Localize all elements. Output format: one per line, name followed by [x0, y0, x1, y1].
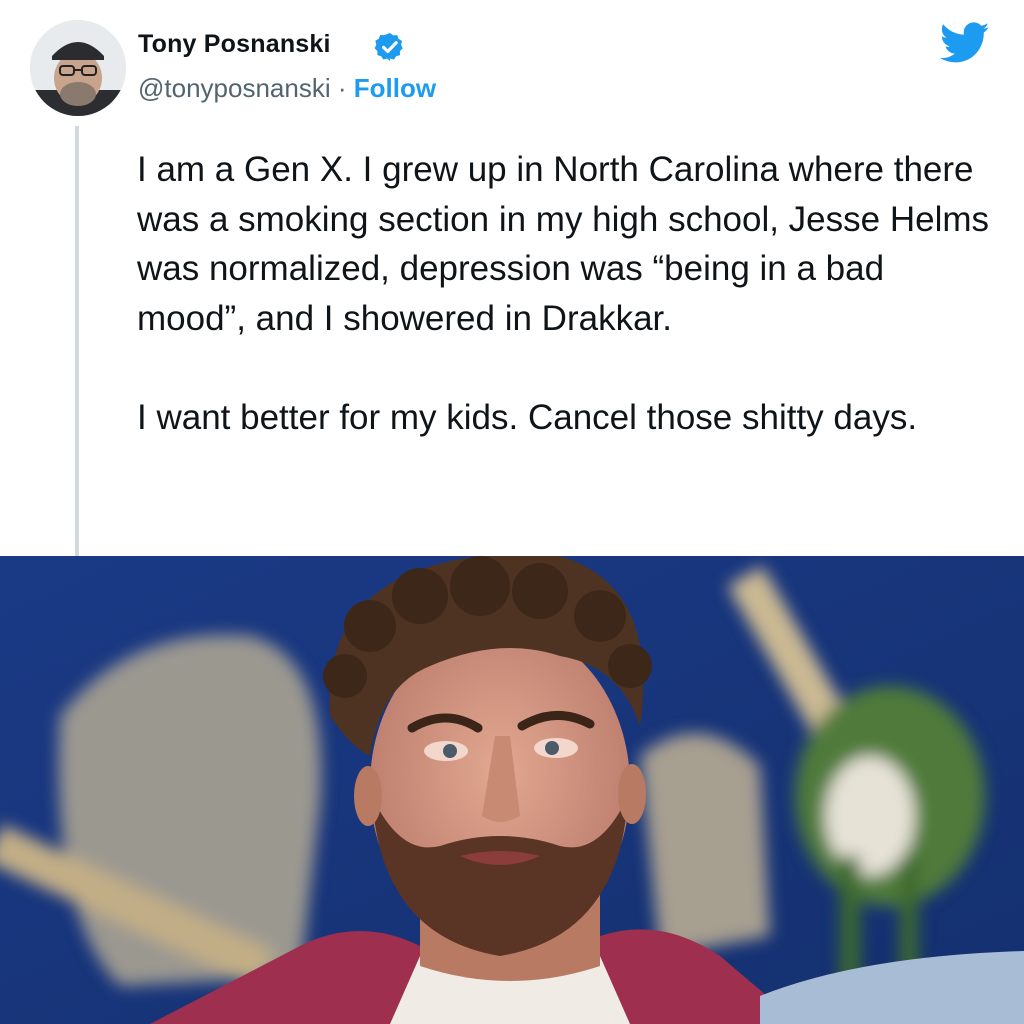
verified-badge-icon — [374, 33, 403, 61]
tweet-text: I am a Gen X. I grew up in North Carolin… — [137, 145, 997, 442]
tweet-paragraph: I want better for my kids. Cancel those … — [137, 397, 918, 437]
avatar[interactable] — [30, 20, 126, 116]
avatar-photo — [30, 20, 126, 116]
crying-man-photo — [0, 556, 1024, 1024]
handle-line: @tonyposnanski · Follow — [138, 73, 436, 104]
author-handle[interactable]: @tonyposnanski — [138, 73, 331, 103]
thread-line — [75, 126, 79, 556]
tweet-media-image[interactable] — [0, 556, 1024, 1024]
tweet-header: Tony Posnanski @tonyposnanski · Follow — [0, 0, 1024, 130]
tweet-paragraph: I am a Gen X. I grew up in North Carolin… — [137, 150, 990, 338]
author-name[interactable]: Tony Posnanski — [138, 30, 331, 59]
twitter-bird-icon[interactable] — [940, 22, 990, 64]
separator: · — [330, 73, 354, 103]
follow-button[interactable]: Follow — [354, 73, 436, 103]
